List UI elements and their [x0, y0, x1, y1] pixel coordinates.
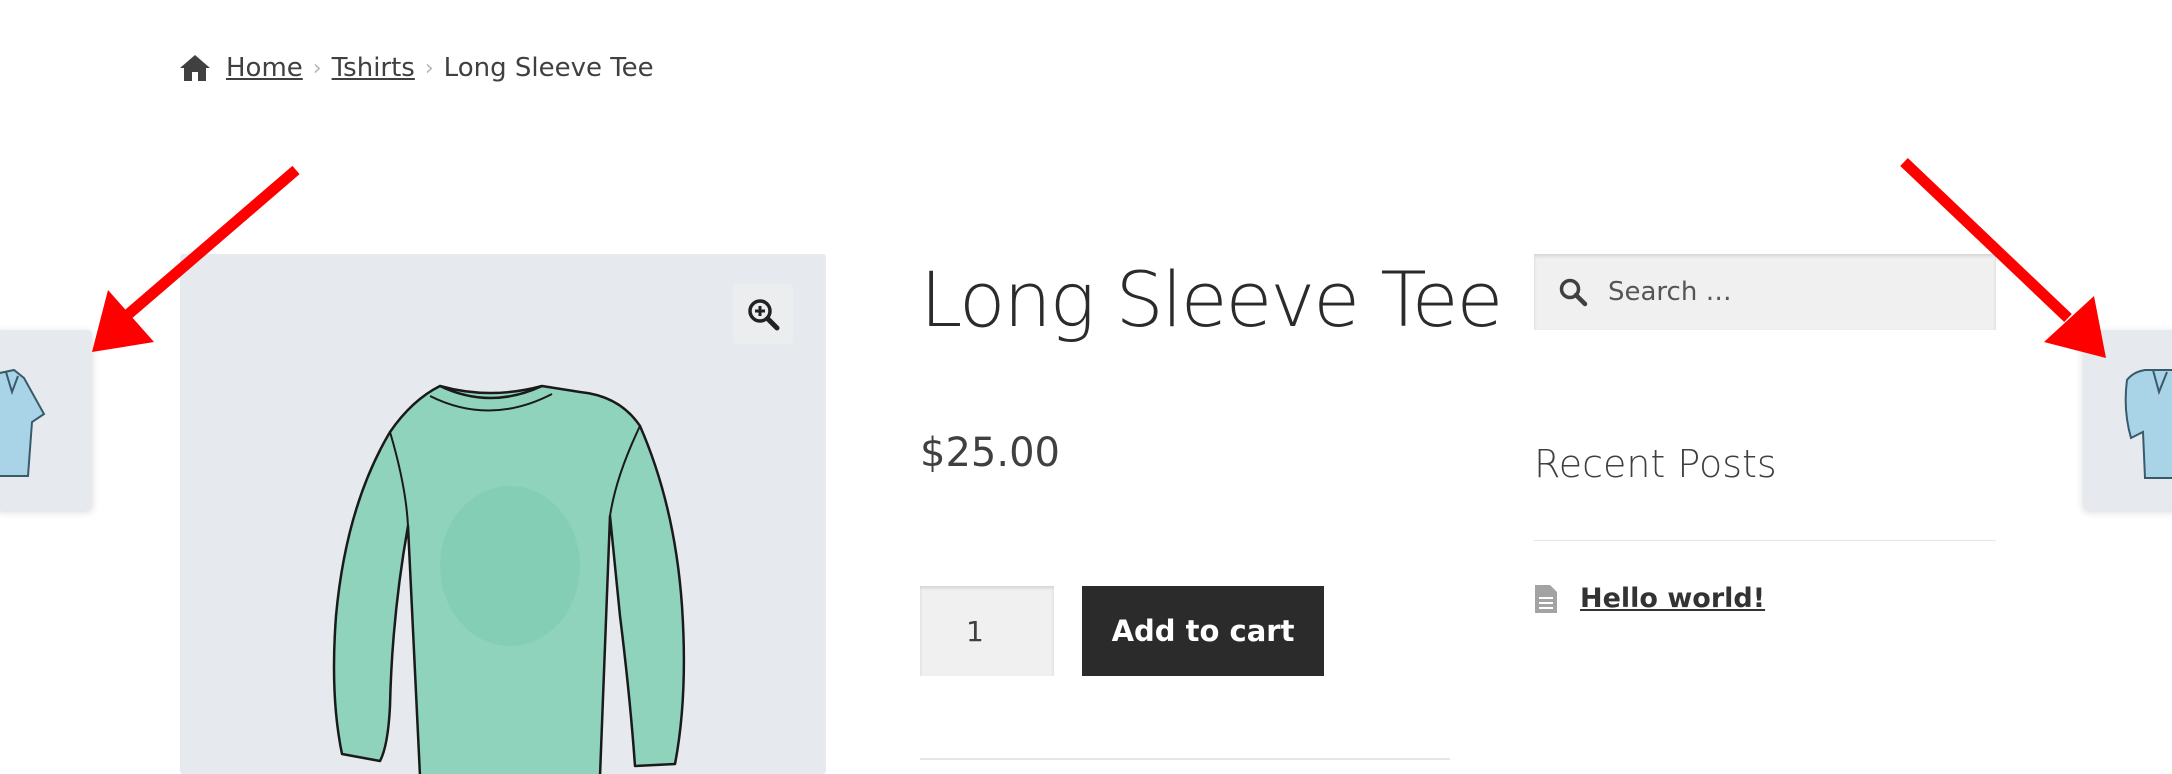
- arrow-right-icon: [1900, 158, 2072, 322]
- annotation-arrows: [92, 158, 2106, 358]
- arrow-left-icon: [120, 165, 300, 323]
